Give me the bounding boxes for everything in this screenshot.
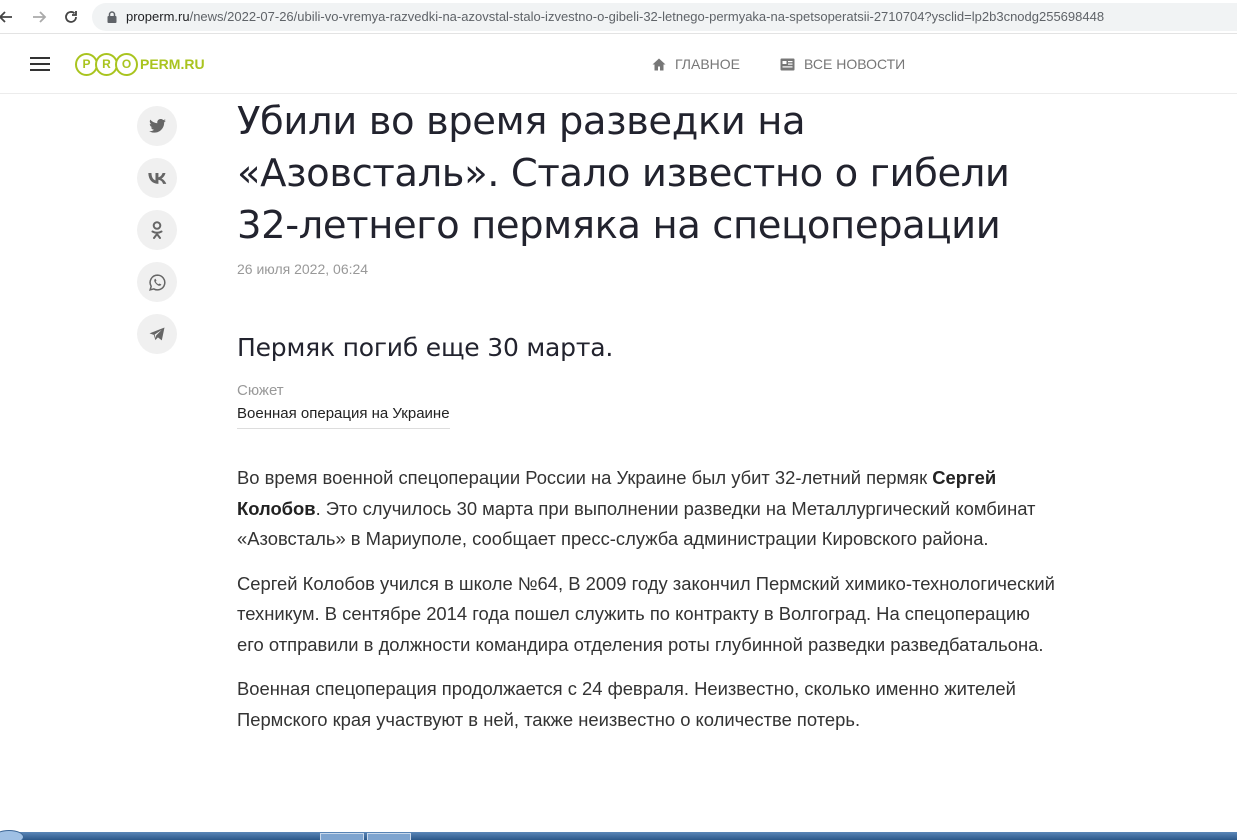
share-telegram-button[interactable] xyxy=(137,314,177,354)
start-button[interactable] xyxy=(0,830,24,840)
arrow-right-icon xyxy=(33,11,47,23)
os-taskbar xyxy=(0,830,1237,840)
odnoklassniki-icon xyxy=(151,221,163,239)
twitter-icon xyxy=(148,119,166,133)
menu-button[interactable] xyxy=(30,56,50,72)
whatsapp-icon xyxy=(148,273,166,291)
forward-button[interactable] xyxy=(27,5,51,29)
top-navigation: ГЛАВНОЕ ВСЕ НОВОСТИ xyxy=(652,56,945,72)
nav-home[interactable]: ГЛАВНОЕ xyxy=(652,56,740,72)
article-paragraph: Сергей Колобов учился в школе №64, В 200… xyxy=(237,572,1055,655)
nav-label: ВСЕ НОВОСТИ xyxy=(804,56,906,72)
logo-text: PERM.RU xyxy=(140,56,205,72)
nav-all-news[interactable]: ВСЕ НОВОСТИ xyxy=(780,56,905,72)
plot-label: Сюжет xyxy=(237,382,284,399)
telegram-icon xyxy=(149,327,165,341)
vk-icon xyxy=(147,172,166,184)
share-panel xyxy=(137,106,177,366)
plot-link[interactable]: Военная операция на Украине xyxy=(237,405,450,429)
home-icon xyxy=(652,58,666,70)
logo-letter: O xyxy=(115,52,138,76)
nav-label: ГЛАВНОЕ xyxy=(675,56,740,72)
site-header: P R O PERM.RU ГЛАВНОЕ ВСЕ НОВОСТИ xyxy=(0,34,1237,94)
back-button[interactable] xyxy=(0,5,18,29)
article-paragraph: Военная спецоперация продолжается с 24 ф… xyxy=(237,678,1016,730)
article-title: Убили во время разведки на «Азовсталь». … xyxy=(237,99,1010,248)
article-lead: Пермяк погиб еще 30 марта. xyxy=(237,333,614,362)
news-icon xyxy=(780,58,795,70)
lock-icon xyxy=(107,11,117,23)
article-date: 26 июля 2022, 06:24 xyxy=(237,261,369,277)
browser-toolbar: properm.ru/news/2022-07-26/ubili-vo-vrem… xyxy=(0,0,1237,34)
share-twitter-button[interactable] xyxy=(137,106,177,146)
arrow-left-icon xyxy=(0,11,12,23)
url-text: properm.ru/news/2022-07-26/ubili-vo-vrem… xyxy=(126,9,1105,24)
address-bar[interactable]: properm.ru/news/2022-07-26/ubili-vo-vrem… xyxy=(92,3,1237,31)
share-whatsapp-button[interactable] xyxy=(137,262,177,302)
article: Убили во время разведки на «Азовсталь». … xyxy=(237,96,1057,735)
article-paragraph: Во время военной спецоперации России на … xyxy=(237,467,1036,549)
share-vk-button[interactable] xyxy=(137,158,177,198)
taskbar-app[interactable] xyxy=(320,833,364,840)
share-odnoklassniki-button[interactable] xyxy=(137,210,177,250)
reload-button[interactable] xyxy=(59,5,83,29)
taskbar-app[interactable] xyxy=(367,833,411,840)
site-logo[interactable]: P R O PERM.RU xyxy=(75,52,205,76)
reload-icon xyxy=(65,11,77,23)
